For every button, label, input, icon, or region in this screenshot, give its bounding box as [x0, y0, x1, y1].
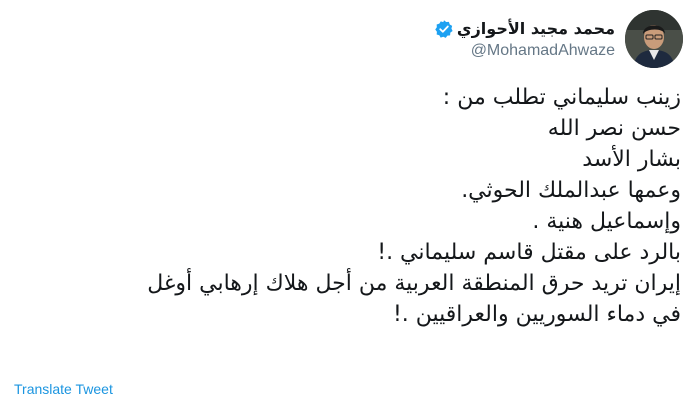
- tweet-line: في دماء السوريين والعراقيين .!: [392, 302, 681, 327]
- tweet-line: بالرد على مقتل قاسم سليماني .!: [377, 240, 681, 265]
- tweet-line: حسن نصر الله: [547, 116, 681, 141]
- tweet-text: زينب سليماني تطلب من : حسن نصر الله بشار…: [21, 82, 681, 330]
- tweet-card: محمد مجيد الأحوازي @MohamadAhwaze زينب س…: [0, 0, 700, 403]
- tweet-line: زينب سليماني تطلب من :: [442, 85, 681, 110]
- name-row: محمد مجيد الأحوازي: [434, 18, 615, 40]
- tweet-header: محمد مجيد الأحوازي @MohamadAhwaze: [434, 9, 683, 69]
- display-name[interactable]: محمد مجيد الأحوازي: [457, 18, 615, 40]
- tweet-line: وعمها عبدالملك الحوثي.: [461, 178, 681, 203]
- tweet-line: إيران تريد حرق المنطقة العربية من أجل هل…: [147, 271, 681, 296]
- verified-badge-icon: [434, 19, 454, 39]
- tweet-line: وإسماعيل هنية .: [532, 209, 681, 234]
- tweet-line: بشار الأسد: [582, 147, 681, 172]
- translate-tweet-link[interactable]: Translate Tweet: [14, 381, 113, 397]
- user-handle[interactable]: @MohamadAhwaze: [471, 41, 615, 61]
- author-block: محمد مجيد الأحوازي @MohamadAhwaze: [434, 18, 615, 61]
- avatar[interactable]: [625, 10, 683, 68]
